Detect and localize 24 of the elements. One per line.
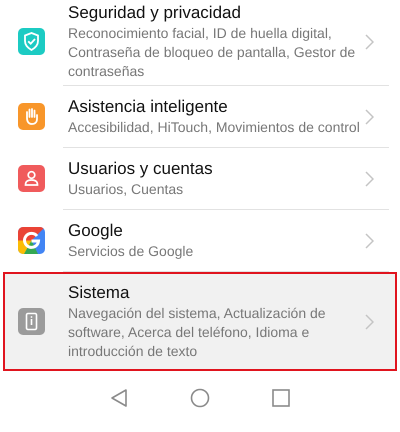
item-subtitle: Navegación del sistema, Actualización de software, Acerca del teléfono, Idioma e introducción de texto: [68, 304, 327, 361]
phone-info-icon: [18, 308, 45, 335]
item-subtitle: Reconocimiento facial, ID de huella digital, Contraseña de bloqueo de pantalla, Gestor de contraseñas: [68, 24, 356, 81]
back-icon[interactable]: [110, 388, 128, 408]
item-subtitle: Servicios de Google: [68, 242, 194, 261]
item-title: Asistencia inteligente: [68, 96, 229, 118]
item-title: Usuarios y cuentas: [68, 158, 214, 180]
chevron-right-icon: [365, 170, 374, 186]
chevron-right-icon: [365, 108, 374, 124]
home-icon[interactable]: [190, 388, 210, 408]
item-title: Seguridad y privacidad: [68, 2, 242, 24]
hand-icon: [18, 103, 45, 130]
item-subtitle: Accesibilidad, HiTouch, Movimientos de control: [68, 118, 361, 137]
settings-item[interactable]: Sistema Navegación del sistema, Actualización de software, Acerca del teléfono, Idioma e introducción de texto: [3, 272, 397, 371]
person-icon: [18, 165, 45, 192]
recent-apps-icon[interactable]: [272, 388, 290, 406]
item-title: Google: [68, 220, 124, 242]
chevron-right-icon: [365, 232, 374, 248]
item-title: Sistema: [68, 282, 130, 304]
chevron-right-icon: [365, 34, 374, 50]
shield-check-icon: [18, 28, 45, 55]
google-logo-icon: [18, 227, 45, 254]
item-subtitle: Usuarios, Cuentas: [68, 180, 184, 199]
chevron-right-icon: [365, 314, 374, 330]
